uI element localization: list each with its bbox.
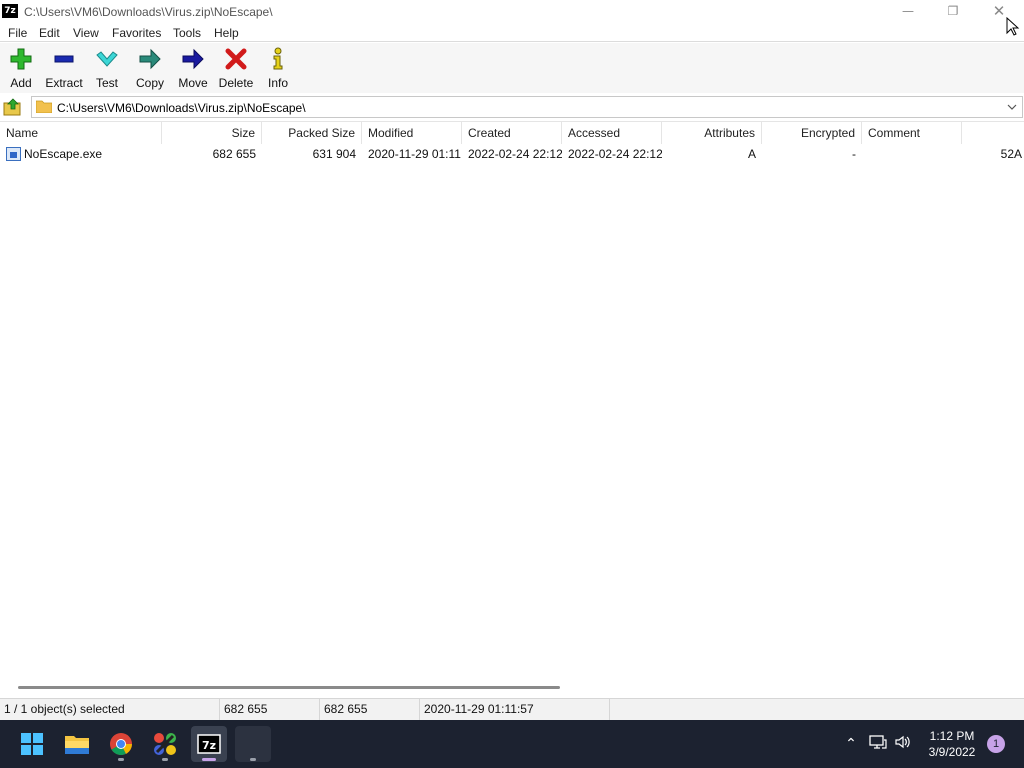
file-attributes: A [747,147,756,161]
running-indicator [250,758,256,761]
chevron-up-icon[interactable]: ⌃ [841,734,861,754]
status-modified: 2020-11-29 01:11:57 [420,699,610,720]
address-path-text: C:\Users\VM6\Downloads\Virus.zip\NoEscap… [57,101,306,115]
column-accessed[interactable]: Accessed [562,122,662,144]
address-bar: C:\Users\VM6\Downloads\Virus.zip\NoEscap… [0,95,1024,119]
add-button[interactable]: Add [4,47,38,90]
running-indicator [118,758,124,761]
file-comment [862,145,962,164]
file-list: Name Size Packed Size Modified Created A… [0,121,1024,696]
test-label: Test [95,76,118,90]
column-header-row: Name Size Packed Size Modified Created A… [0,122,1024,144]
toolbar: Add Extract Test Copy Move Delete Info [0,43,1024,93]
menu-bar: File Edit View Favorites Tools Help [0,22,1024,42]
file-created: 2022-02-24 22:12 [468,147,562,161]
info-button[interactable]: Info [264,47,292,90]
network-monitor-icon [869,735,887,749]
menu-help[interactable]: Help [214,26,239,40]
menu-tools[interactable]: Tools [173,26,201,40]
delete-label: Delete [218,76,254,90]
7zip-taskbar[interactable]: 7z [191,726,227,762]
title-bar: 7z C:\Users\VM6\Downloads\Virus.zip\NoEs… [0,0,1024,22]
copy-label: Copy [135,76,164,90]
move-label: Move [178,76,208,90]
minus-icon [54,55,74,63]
horizontal-scrollbar[interactable] [18,686,560,689]
file-packed-size: 631 904 [312,147,356,161]
taskbar: 7z ⌃ 1:12 PM 3/9/2022 1 [0,720,1024,768]
add-label: Add [10,76,32,90]
status-bar: 1 / 1 object(s) selected 682 655 682 655… [0,698,1024,720]
minimize-button[interactable]: — [885,0,931,22]
menu-edit[interactable]: Edit [39,26,60,40]
menu-view[interactable]: View [73,26,99,40]
speaker-icon [895,735,910,749]
network-icon[interactable] [868,734,888,754]
clock-date: 3/9/2022 [928,745,976,759]
7zip-app-icon: 7z [2,4,18,18]
column-encrypted[interactable]: Encrypted [762,122,862,144]
file-explorer-icon [65,736,89,754]
svg-text:7z: 7z [202,739,216,752]
file-crc: 52A [1000,147,1022,161]
file-name: NoEscape.exe [24,147,103,161]
address-path-field[interactable]: C:\Users\VM6\Downloads\Virus.zip\NoEscap… [31,96,1023,118]
running-indicator [162,758,168,761]
move-button[interactable]: Move [176,47,210,90]
delete-button[interactable]: Delete [218,47,254,90]
column-attributes[interactable]: Attributes [662,122,762,144]
mouse-cursor-icon [1006,17,1020,36]
chevron-down-icon[interactable] [1005,100,1019,114]
up-folder-button[interactable] [3,97,23,117]
file-accessed: 2022-02-24 22:12 [568,147,662,161]
column-modified[interactable]: Modified [362,122,462,144]
extract-label: Extract [45,76,83,90]
copy-button[interactable]: Copy [134,47,166,90]
volume-icon[interactable] [893,734,913,754]
file-size: 682 655 [212,147,256,161]
app-taskbar-pinned[interactable] [147,726,183,762]
column-packed-size[interactable]: Packed Size [262,122,362,144]
start-button[interactable] [14,726,50,762]
extract-button[interactable]: Extract [44,47,84,90]
blank-taskbar-item[interactable] [235,726,271,762]
restore-button[interactable]: ❐ [930,0,976,22]
menu-file[interactable]: File [8,26,27,40]
windows-logo-icon [21,733,43,755]
file-explorer-taskbar[interactable] [59,726,95,762]
status-selection: 1 / 1 object(s) selected [0,699,220,720]
7zip-icon: 7z [197,734,221,754]
info-icon [273,47,283,70]
folder-icon [36,100,52,113]
chrome-icon [110,733,132,755]
notification-badge[interactable]: 1 [987,735,1005,753]
colorful-app-icon [154,733,176,755]
clock-time: 1:12 PM [929,729,975,743]
status-packed: 682 655 [320,699,420,720]
move-arrow-icon [182,48,204,70]
status-size: 682 655 [220,699,320,720]
plus-icon [10,48,32,70]
delete-x-icon [225,48,247,70]
system-clock[interactable]: 1:12 PM 3/9/2022 [920,728,984,760]
column-name[interactable]: Name [0,122,162,144]
window-title: C:\Users\VM6\Downloads\Virus.zip\NoEscap… [24,5,273,19]
menu-favorites[interactable]: Favorites [112,26,161,40]
copy-arrow-icon [139,48,161,70]
file-encrypted: - [852,147,856,161]
column-crc[interactable] [962,122,1024,144]
file-modified: 2020-11-29 01:11 [368,147,461,161]
checkmark-icon [96,51,118,67]
column-created[interactable]: Created [462,122,562,144]
up-arrow-icon [3,98,21,116]
active-indicator [202,758,216,761]
column-size[interactable]: Size [162,122,262,144]
chrome-taskbar[interactable] [103,726,139,762]
test-button[interactable]: Test [91,47,123,90]
table-row[interactable]: NoEscape.exe 682 655 631 904 2020-11-29 … [0,145,1024,164]
column-comment[interactable]: Comment [862,122,962,144]
info-label: Info [267,76,288,90]
